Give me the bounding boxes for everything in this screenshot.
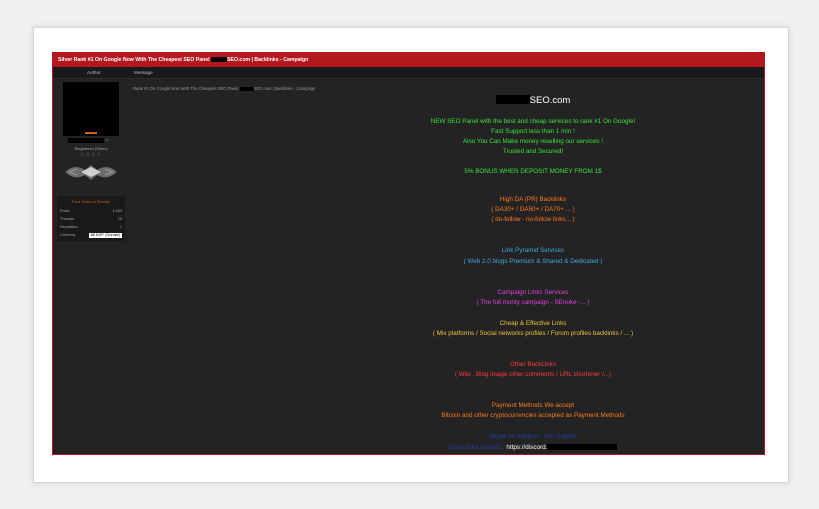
redacted-block xyxy=(211,57,228,63)
stat-label: Posts xyxy=(60,209,70,213)
stat-value[interactable]: 1 xyxy=(120,223,122,231)
post-line: High DA (PR) Backlinks xyxy=(499,196,567,203)
post-subject-suffix: SEO.com | Backlinks - Campaign xyxy=(253,86,316,91)
post-line: Fast Support less than 1 min ! xyxy=(491,128,575,135)
stat-row-currency: Currency 88 NSP. (Donate) xyxy=(57,231,125,239)
post-subject: Rank #1 On Google Now With The Cheapest … xyxy=(133,86,315,91)
stat-value[interactable]: 29 xyxy=(118,215,122,223)
post-subject-text: Rank #1 On Google Now With The Cheapest … xyxy=(133,86,239,91)
post-line: Campaign Links Services xyxy=(497,289,569,296)
user-stats: Four Years of Service Posts 1,353 Threads… xyxy=(57,196,125,241)
post-line: ( The full monty campaign - SEnuke -... … xyxy=(476,299,590,306)
stat-row-reputation: Reputation 1 xyxy=(57,223,125,231)
avatar-status-bar xyxy=(85,132,97,134)
column-headers: Author Message xyxy=(53,67,764,79)
author-column-header: Author xyxy=(87,70,101,75)
post-line: Payment Methods We accept xyxy=(491,402,575,409)
site-name: SEO.com xyxy=(343,95,723,106)
stat-label: Reputation xyxy=(60,225,79,229)
award-badge-icon xyxy=(65,165,117,180)
thread-title-bar: Silver Rank #1 On Google Now With The Ch… xyxy=(53,53,764,67)
close-mark: x xyxy=(106,137,108,142)
link-url[interactable]: https://discord. xyxy=(506,444,547,451)
post-line: Other BackLinks xyxy=(509,361,557,368)
redacted-block xyxy=(239,86,254,91)
service-badge: Four Years of Service xyxy=(71,199,111,204)
donate-button[interactable]: 88 NSP. (Donate) xyxy=(88,232,122,238)
post-line: Skype for support : 24h support xyxy=(489,433,577,440)
post-line: Trusted and Secured! xyxy=(502,148,564,155)
post-line: 5% BONUS WHEN DEPOSIT MONEY FROM 1$ xyxy=(464,168,602,175)
post-line: ( DA30+ / DA50+ / DA70+ ... ) xyxy=(491,206,575,213)
post-line: Cheap & Effective Links xyxy=(499,320,567,327)
message-column-header: Message xyxy=(134,70,153,75)
redacted-block xyxy=(547,444,618,451)
stat-label: Threads xyxy=(60,217,74,221)
post-line: ( Wiki , Blog image other comments / URL… xyxy=(454,371,612,378)
user-stars: ☆☆☆☆ xyxy=(80,152,102,158)
forum-thread-panel: Silver Rank #1 On Google Now With The Ch… xyxy=(52,52,765,455)
thread-title-suffix: SEO.com | Backlinks - Campaign xyxy=(227,57,309,63)
site-name-text: SEO.com xyxy=(529,95,571,106)
stat-value[interactable]: 1,353 xyxy=(112,207,122,215)
post-line: NEW SEO Panel with the best and cheap se… xyxy=(430,118,636,125)
post-line: Link Pyramid Services xyxy=(501,247,565,254)
discord-link[interactable]: Discord for contact : https://discord. xyxy=(343,444,723,451)
post-line: Also You Can Make money reselling our se… xyxy=(462,138,603,145)
stat-label: Currency xyxy=(60,233,76,237)
post-line: ( do-follow - no-follow links... ) xyxy=(491,216,575,223)
avatar[interactable] xyxy=(63,82,119,136)
link-prefix: Discord for contact : xyxy=(448,444,505,451)
redacted-block xyxy=(495,95,530,104)
redacted-username[interactable] xyxy=(68,138,104,143)
post-line: ( Web 2.0 blogs Premium & Shared & Dedic… xyxy=(463,258,603,265)
stat-row-posts: Posts 1,353 xyxy=(57,207,125,215)
thread-title: Silver Rank #1 On Google Now With The Ch… xyxy=(58,57,210,63)
stat-row-threads: Threads 29 xyxy=(57,215,125,223)
post-line: Bitcoin and other cryptocurrencies accep… xyxy=(441,412,625,419)
author-profile: x Registered (Silver) ☆☆☆☆ Four Years of… xyxy=(57,82,125,241)
post-line: ( Mix platforms / Social networks profil… xyxy=(432,330,634,337)
username-row: x xyxy=(57,137,125,144)
user-group: Registered (Silver) xyxy=(74,146,108,151)
